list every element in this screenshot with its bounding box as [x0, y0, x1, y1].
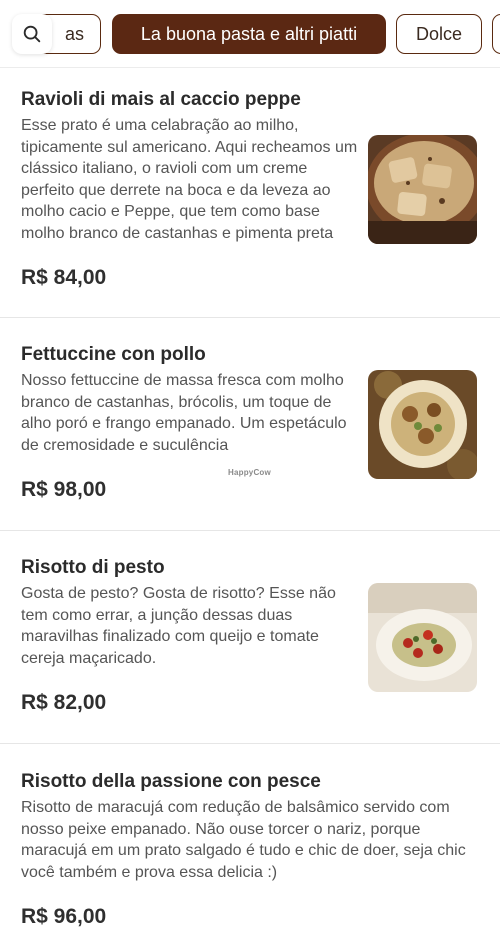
dish-photo: [368, 135, 477, 244]
menu-item[interactable]: Risotto della passione con pesce Risotto…: [0, 744, 500, 945]
category-chip-dolce[interactable]: Dolce: [396, 14, 482, 54]
category-chip-previous-label: as: [64, 23, 84, 44]
menu-item-description: Risotto de maracujá com redução de balsâ…: [21, 799, 466, 881]
category-chip-next-partial[interactable]: [492, 14, 500, 54]
menu-item-price: R$ 84,00: [21, 266, 107, 289]
menu-item-description: Nosso fettuccine de massa fresca com mol…: [21, 372, 347, 454]
menu-item-description: Gosta de pesto? Gosta de risotto? Esse n…: [21, 585, 336, 667]
dish-photo: [368, 583, 477, 692]
search-button[interactable]: [12, 14, 52, 54]
menu-item[interactable]: Ravioli di mais al caccio peppe Esse pra…: [0, 69, 500, 318]
menu-item-name: Risotto della passione con pesce: [21, 771, 321, 792]
menu-item-name: Fettuccine con pollo: [21, 344, 206, 365]
category-chip-dolce-label: Dolce: [415, 23, 463, 44]
menu-item[interactable]: Risotto di pesto Gosta de pesto? Gosta d…: [0, 531, 500, 744]
menu-item[interactable]: Fettuccine con pollo Nosso fettuccine de…: [0, 318, 500, 531]
menu-item-name: Ravioli di mais al caccio peppe: [21, 89, 301, 110]
search-icon: [23, 25, 41, 43]
dish-photo: [368, 370, 477, 479]
menu-item-price: R$ 96,00: [21, 905, 107, 928]
category-chip-active-label: La buona pasta e altri piatti: [140, 23, 358, 44]
menu-item-price: R$ 82,00: [21, 691, 107, 714]
watermark: HappyCow: [228, 468, 271, 477]
menu-item-price: R$ 98,00: [21, 478, 107, 501]
menu-item-description: Esse prato é uma celabração ao milho, ti…: [21, 117, 358, 242]
category-chip-active[interactable]: La buona pasta e altri piatti: [112, 14, 386, 54]
menu-item-name: Risotto di pesto: [21, 557, 165, 578]
category-bar: as La buona pasta e altri piatti Dolce: [0, 0, 500, 68]
